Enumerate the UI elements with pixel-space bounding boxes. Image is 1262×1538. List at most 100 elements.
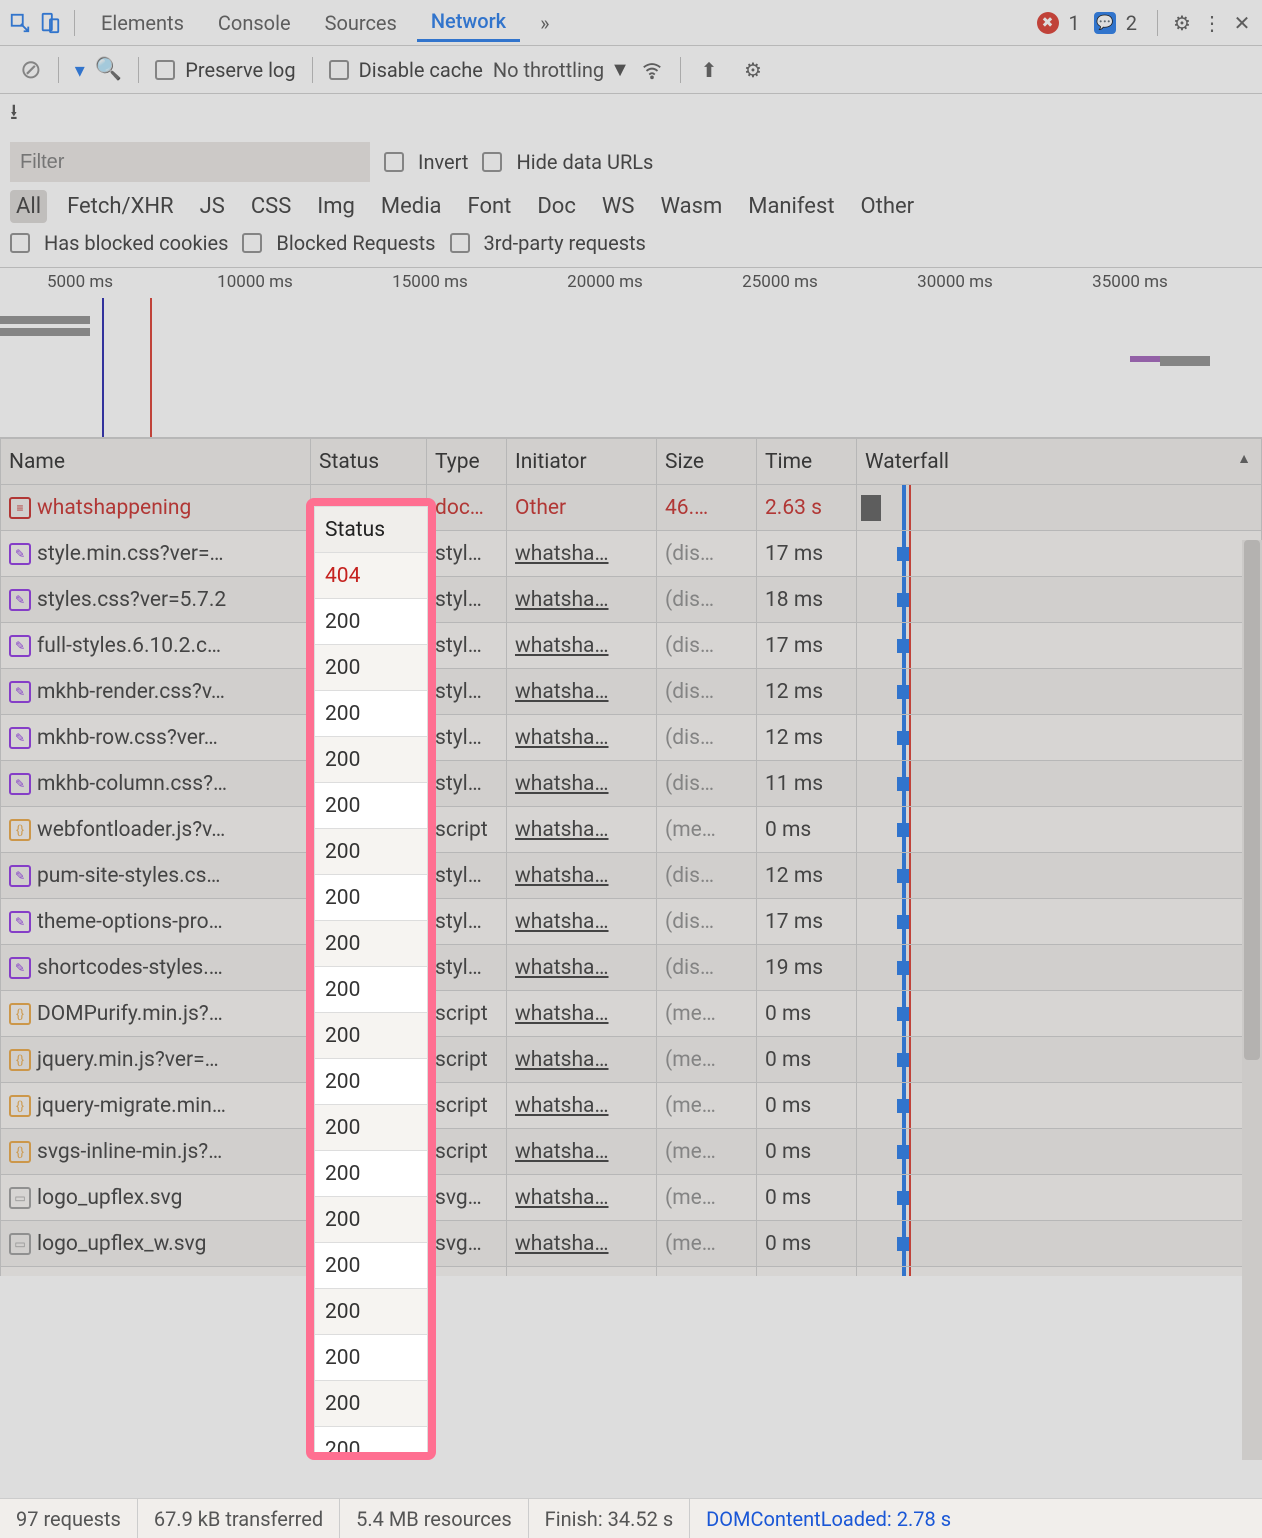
col-initiator[interactable]: Initiator [507,439,657,485]
request-name: full-styles.6.10.2.c… [37,634,221,658]
type-tab-js[interactable]: JS [194,190,231,223]
device-toggle-icon[interactable] [38,11,62,35]
status-requests: 97 requests [0,1499,138,1538]
initiator-link[interactable]: whatsha… [515,864,609,888]
initiator-link[interactable]: whatsha… [515,1048,609,1072]
filter-input[interactable] [10,142,370,182]
type-tab-doc[interactable]: Doc [531,190,582,223]
size-cell: (me… [657,807,757,853]
initiator-link[interactable]: whatsha… [515,1094,609,1118]
tab-network[interactable]: Network [417,3,520,42]
disable-cache-checkbox[interactable] [329,60,349,80]
col-waterfall[interactable]: Waterfall [857,439,1262,485]
col-type[interactable]: Type [427,439,507,485]
table-row[interactable]: ✎styles.css?ver=5.7.2200styl…whatsha…(di… [1,577,1262,623]
initiator-link[interactable]: whatsha… [515,1002,609,1026]
size-cell: (dis… [657,899,757,945]
svg-icon: ▭ [9,1187,31,1209]
status-finish: Finish: 34.52 s [529,1499,691,1538]
table-row[interactable]: ▭logo_upflex.svg200svg…whatsha…(me…0 ms [1,1175,1262,1221]
type-tab-media[interactable]: Media [375,190,448,223]
table-row[interactable]: ✎pum-site-styles.cs…200styl…whatsha…(dis… [1,853,1262,899]
close-icon[interactable]: ✕ [1230,11,1254,35]
invert-checkbox[interactable] [384,152,404,172]
initiator-link[interactable]: whatsha… [515,680,609,704]
status-cell: 200 [315,1105,428,1151]
table-row[interactable]: {}jquery-migrate.min…200scriptwhatsha…(m… [1,1083,1262,1129]
network-conditions-icon[interactable] [640,58,664,82]
type-tab-other[interactable]: Other [855,190,921,223]
initiator-link[interactable]: whatsha… [515,818,609,842]
tab-elements[interactable]: Elements [87,5,198,41]
search-icon[interactable]: 🔍 [95,57,122,82]
table-row[interactable]: {}jquery.min.js?ver=…200scriptwhatsha…(m… [1,1037,1262,1083]
hide-data-urls-checkbox[interactable] [482,152,502,172]
message-count-badge[interactable]: 💬 [1094,12,1116,34]
has-blocked-cookies-label: Has blocked cookies [44,231,228,255]
initiator-link[interactable]: whatsha… [515,726,609,750]
js-icon: {} [9,1003,31,1025]
clear-icon[interactable]: ⊘ [20,55,42,85]
table-row[interactable]: ✎style.min.css?ver=…200styl…whatsha…(dis… [1,531,1262,577]
table-row[interactable]: ✎mkhb-column.css?…200styl…whatsha…(dis…1… [1,761,1262,807]
type-tab-all[interactable]: All [10,190,47,223]
table-row[interactable]: ✎mkhb-render.css?v…200styl…whatsha…(dis…… [1,669,1262,715]
upload-har-icon[interactable]: ⬆ [697,58,721,82]
col-time[interactable]: Time [757,439,857,485]
tab-sources[interactable]: Sources [311,5,411,41]
kebab-icon[interactable]: ⋮ [1200,11,1224,35]
table-row[interactable]: ≡whatshappening404doc…Other46.…2.63 s [1,485,1262,531]
initiator-cell: whatsha… [507,991,657,1037]
inspect-icon[interactable] [8,11,32,35]
initiator-link[interactable]: whatsha… [515,910,609,934]
throttling-select[interactable]: No throttling ▼ [493,57,630,82]
vertical-scrollbar[interactable] [1242,540,1262,1460]
table-row[interactable]: ✎theme-options-pro…200styl…whatsha…(dis…… [1,899,1262,945]
third-party-checkbox[interactable] [450,233,470,253]
blocked-requests-checkbox[interactable] [242,233,262,253]
type-tab-manifest[interactable]: Manifest [742,190,840,223]
initiator-link[interactable]: whatsha… [515,1140,609,1164]
error-count-badge[interactable]: ✖ [1037,12,1059,34]
col-name[interactable]: Name [1,439,311,485]
table-row[interactable]: {}svgs-inline-min.js?…200scriptwhatsha…(… [1,1129,1262,1175]
initiator-link[interactable]: whatsha… [515,772,609,796]
initiator-link[interactable]: whatsha… [515,542,609,566]
initiator-link[interactable]: whatsha… [515,634,609,658]
type-tab-wasm[interactable]: Wasm [654,190,728,223]
table-row[interactable]: {}webfontloader.js?v…200scriptwhatsha…(m… [1,807,1262,853]
initiator-link[interactable]: whatsha… [515,1186,609,1210]
gear-icon[interactable]: ⚙ [1170,11,1194,35]
type-tab-fetchxhr[interactable]: Fetch/XHR [61,190,180,223]
col-size[interactable]: Size [657,439,757,485]
gear-icon[interactable]: ⚙ [741,58,765,82]
table-row[interactable]: ▭logo_upflex_w.svg200svg…whatsha…(me…0 m… [1,1221,1262,1267]
blocked-requests-label: Blocked Requests [276,231,435,255]
initiator-link[interactable]: whatsha… [515,588,609,612]
css-icon: ✎ [9,727,31,749]
preserve-log-checkbox[interactable] [155,60,175,80]
filter-icon[interactable]: ▾ [75,58,85,82]
size-cell: (dis… [657,623,757,669]
col-status[interactable]: Status [311,439,427,485]
has-blocked-cookies-checkbox[interactable] [10,233,30,253]
type-tab-img[interactable]: Img [311,190,361,223]
table-row[interactable]: ✎full-styles.6.10.2.c…200styl…whatsha…(d… [1,623,1262,669]
table-row[interactable]: ✎shortcodes-styles.…200styl…whatsha…(dis… [1,945,1262,991]
table-row[interactable]: ✎mkhb-row.css?ver…200styl…whatsha…(dis…1… [1,715,1262,761]
size-cell: (dis… [657,669,757,715]
type-tab-css[interactable]: CSS [245,190,297,223]
tab-console[interactable]: Console [204,5,305,41]
tab-more[interactable]: » [526,5,563,41]
initiator-link[interactable]: whatsha… [515,1232,609,1256]
chevron-down-icon: ▼ [610,57,630,82]
type-tab-font[interactable]: Font [462,190,518,223]
type-tab-ws[interactable]: WS [596,190,641,223]
table-row[interactable]: ✎uf-lightslider.css200styl…whatsha…(dis…… [1,1267,1262,1277]
table-row[interactable]: {}DOMPurify.min.js?…200scriptwhatsha…(me… [1,991,1262,1037]
status-transferred: 67.9 kB transferred [138,1499,340,1538]
download-har-icon[interactable]: ⭳ [10,95,18,133]
request-name: jquery-migrate.min… [37,1094,226,1118]
timeline-overview[interactable]: 5000 ms10000 ms15000 ms20000 ms25000 ms3… [0,268,1262,438]
initiator-link[interactable]: whatsha… [515,956,609,980]
